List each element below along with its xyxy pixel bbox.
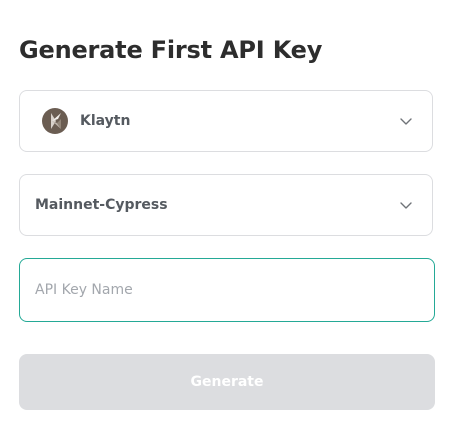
- generate-api-key-form: Generate First API Key Klaytn Mainnet-Cy…: [0, 0, 460, 434]
- chain-select[interactable]: Mainnet-Cypress: [19, 174, 433, 236]
- chain-select-value: Mainnet-Cypress: [35, 197, 168, 213]
- page-title: Generate First API Key: [19, 36, 323, 64]
- api-key-name-field-wrapper: [19, 258, 435, 322]
- chevron-down-icon: [400, 202, 412, 209]
- network-select-value: Klaytn: [80, 113, 131, 129]
- api-key-name-input[interactable]: [20, 259, 434, 321]
- klaytn-logo-icon: [42, 108, 68, 134]
- generate-button[interactable]: Generate: [19, 354, 435, 410]
- network-select[interactable]: Klaytn: [19, 90, 433, 152]
- chevron-down-icon: [400, 118, 412, 125]
